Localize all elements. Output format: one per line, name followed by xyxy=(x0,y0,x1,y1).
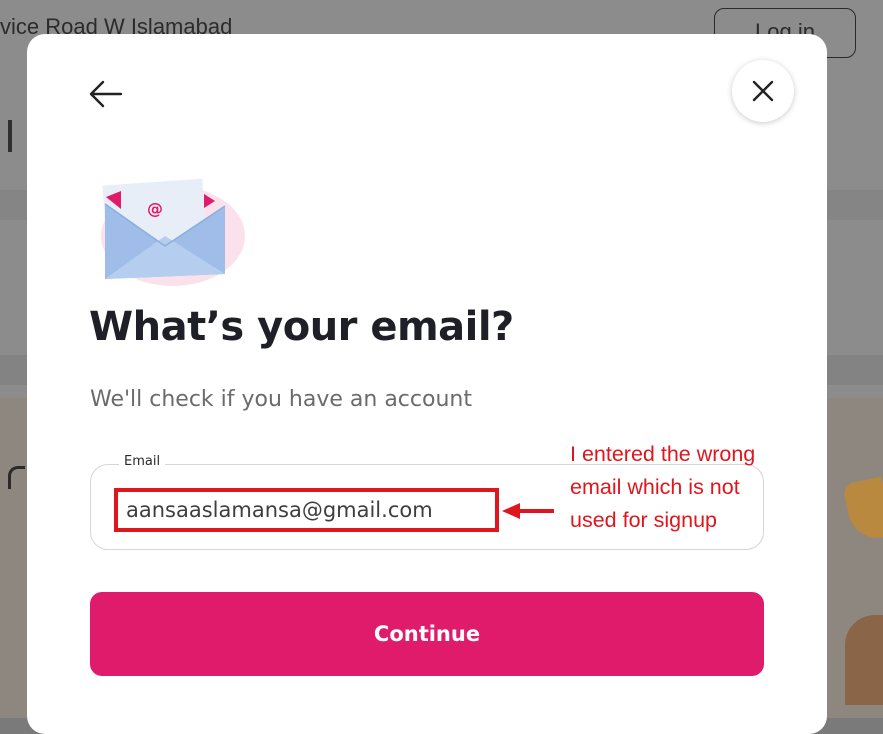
annotation-line: used for signup xyxy=(570,508,718,532)
annotation-arrow-icon xyxy=(502,503,554,519)
page-title: What’s your email? xyxy=(89,304,514,350)
annotation-note: I entered the wrong email which is not u… xyxy=(570,438,840,537)
annotation-line: email which is not xyxy=(570,475,740,499)
email-modal: @ What’s your email? We'll check if you … xyxy=(27,34,827,734)
svg-text:@: @ xyxy=(147,199,163,218)
background-decoration xyxy=(8,466,25,489)
annotation-line: I entered the wrong xyxy=(570,442,756,466)
page-subtitle: We'll check if you have an account xyxy=(90,387,472,412)
continue-button[interactable]: Continue xyxy=(90,592,764,676)
email-label: Email xyxy=(119,454,166,469)
back-button[interactable] xyxy=(83,72,127,116)
close-icon xyxy=(752,80,774,102)
email-input[interactable] xyxy=(114,488,499,532)
arrow-left-icon xyxy=(89,80,123,108)
background-decoration xyxy=(845,615,883,705)
close-button[interactable] xyxy=(732,60,794,122)
envelope-at-icon: @ xyxy=(85,174,255,294)
background-decoration xyxy=(8,120,12,152)
